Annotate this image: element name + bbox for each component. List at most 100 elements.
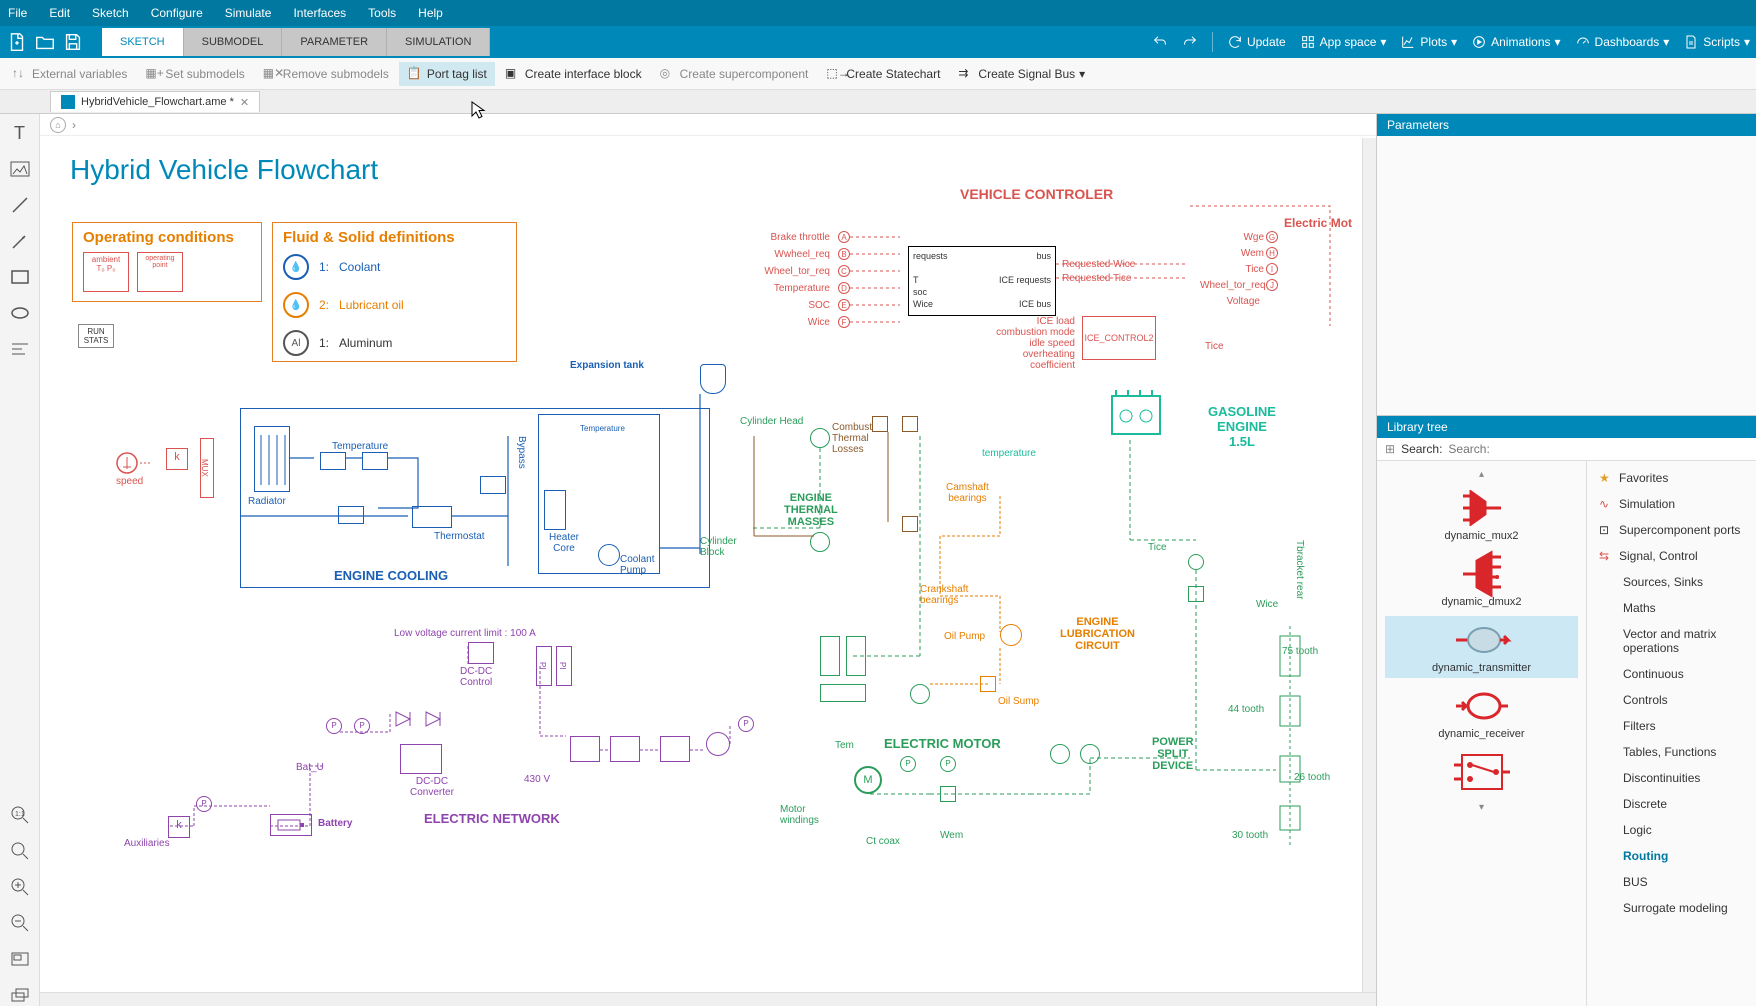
psd-gear-cluster[interactable] — [1260, 626, 1320, 846]
lib-cat-filters[interactable]: Filters — [1587, 713, 1756, 739]
text-tool-icon[interactable]: T — [9, 122, 31, 144]
lib-cat-vector-and-matrix-operations[interactable]: Vector and matrix operations — [1587, 621, 1756, 661]
port-b[interactable]: B — [838, 248, 850, 260]
menu-sketch[interactable]: Sketch — [92, 6, 129, 20]
lib-cat-discrete[interactable]: Discrete — [1587, 791, 1756, 817]
appspace-button[interactable]: App space ▾ — [1300, 34, 1387, 50]
combustion-node-2[interactable] — [902, 416, 918, 432]
mux-block[interactable]: MUX — [200, 438, 214, 498]
save-icon[interactable] — [62, 31, 84, 53]
plots-button[interactable]: Plots ▾ — [1400, 34, 1457, 50]
ellipse-tool-icon[interactable] — [9, 302, 31, 324]
search-input[interactable] — [1448, 442, 1748, 456]
library-items[interactable]: ▴ dynamic_mux2 dynamic_dmux2 dynamic_tra… — [1377, 461, 1587, 1006]
port-c[interactable]: C — [838, 265, 850, 277]
port-h[interactable]: H — [1266, 247, 1278, 259]
zoom-fit-icon[interactable]: 1:1 — [9, 804, 31, 826]
menu-tools[interactable]: Tools — [368, 6, 396, 20]
tab-submodel[interactable]: SUBMODEL — [184, 28, 283, 56]
green-node-3[interactable] — [1080, 744, 1100, 764]
align-tool-icon[interactable] — [9, 338, 31, 360]
canvas-scroll[interactable]: Hybrid Vehicle Flowchart Operating condi… — [40, 136, 1376, 1006]
motor-block-1[interactable] — [940, 786, 956, 802]
menu-configure[interactable]: Configure — [151, 6, 203, 20]
lib-item-dynamic-receiver[interactable]: dynamic_receiver — [1385, 682, 1578, 744]
tab-parameter[interactable]: PARAMETER — [282, 28, 387, 56]
lib-item-dynamic-mux2[interactable]: dynamic_mux2 — [1385, 484, 1578, 546]
oil-sump-block[interactable] — [980, 676, 996, 692]
oppoint-block[interactable]: operating point — [137, 252, 183, 292]
ice-control2-block[interactable]: ICE_CONTROL2 — [1082, 316, 1156, 360]
combustion-node-3[interactable] — [902, 516, 918, 532]
cooling-valve-1[interactable] — [320, 452, 346, 470]
shaft-node-1[interactable] — [1188, 554, 1204, 570]
coolant-pump-block[interactable] — [598, 544, 620, 566]
cyl-block-node[interactable] — [810, 532, 830, 552]
layers-icon[interactable] — [9, 984, 31, 1006]
port-e[interactable]: E — [838, 299, 850, 311]
green-node-1[interactable] — [910, 684, 930, 704]
green-block-2[interactable] — [846, 636, 866, 676]
diode-block-2[interactable] — [422, 708, 444, 730]
menu-interfaces[interactable]: Interfaces — [293, 6, 346, 20]
birds-eye-icon[interactable] — [9, 948, 31, 970]
p-port-3[interactable]: P — [738, 716, 754, 732]
arrow-tool-icon[interactable] — [9, 230, 31, 252]
menu-file[interactable]: File — [8, 6, 27, 20]
battery-block[interactable] — [270, 814, 312, 836]
lib-item-switch[interactable] — [1385, 748, 1578, 798]
lib-cat-continuous[interactable]: Continuous — [1587, 661, 1756, 687]
menu-simulate[interactable]: Simulate — [225, 6, 272, 20]
dashboards-button[interactable]: Dashboards ▾ — [1575, 34, 1670, 50]
redo-button[interactable] — [1182, 34, 1198, 50]
create-signal-bus-tool[interactable]: ⇉Create Signal Bus ▾ — [950, 62, 1093, 86]
lib-cat-bus[interactable]: BUS — [1587, 869, 1756, 895]
close-tab-icon[interactable]: ✕ — [240, 96, 249, 109]
zoom-in-icon[interactable] — [9, 876, 31, 898]
p-port-2[interactable]: P — [354, 718, 370, 734]
lib-cat-favorites[interactable]: ★Favorites — [1587, 465, 1756, 491]
gasoline-engine-block[interactable] — [1106, 386, 1166, 440]
port-f[interactable]: F — [838, 316, 850, 328]
undo-button[interactable] — [1152, 34, 1168, 50]
motor-port-p1[interactable]: P — [900, 756, 916, 772]
home-icon[interactable]: ⌂ — [50, 117, 66, 133]
lib-cat-discontinuities[interactable]: Discontinuities — [1587, 765, 1756, 791]
remove-submodels-tool[interactable]: ▦✕Remove submodels — [255, 62, 397, 86]
lib-cat-signal-control[interactable]: ⇆Signal, Control — [1587, 543, 1756, 569]
port-j[interactable]: J — [1266, 279, 1278, 291]
port-tag-list-tool[interactable]: 📋Port tag list — [399, 62, 495, 86]
lib-cat-maths[interactable]: Maths — [1587, 595, 1756, 621]
heater-core-block[interactable] — [544, 490, 566, 530]
create-supercomponent-tool[interactable]: ◎Create supercomponent — [652, 62, 817, 86]
k-gain-block[interactable]: k — [166, 448, 188, 470]
animations-button[interactable]: Animations ▾ — [1471, 34, 1560, 50]
tab-sketch[interactable]: SKETCH — [102, 28, 184, 56]
inverter-block-3[interactable] — [660, 736, 690, 762]
new-file-icon[interactable] — [6, 31, 28, 53]
cooling-block-4[interactable] — [480, 476, 506, 494]
inverter-block-2[interactable] — [610, 736, 640, 762]
inverter-node-1[interactable] — [706, 732, 730, 756]
oil-pump-block[interactable] — [1000, 624, 1022, 646]
dcdc-control-block[interactable] — [468, 642, 494, 664]
open-file-icon[interactable] — [34, 31, 56, 53]
p-port-1[interactable]: P — [326, 718, 342, 734]
k-aux-block[interactable]: k — [168, 816, 190, 838]
port-d[interactable]: D — [838, 282, 850, 294]
menu-help[interactable]: Help — [418, 6, 443, 20]
speed-source[interactable] — [114, 450, 154, 479]
port-g[interactable]: G — [1266, 231, 1278, 243]
electric-motor-block[interactable]: M — [854, 766, 882, 794]
set-submodels-tool[interactable]: ▦+Set submodels — [137, 62, 252, 86]
bus-block[interactable]: requests bus T soc Wice ICE requests ICE… — [908, 246, 1056, 316]
expansion-tank-block[interactable] — [700, 364, 726, 394]
canvas-hscroll[interactable] — [40, 992, 1376, 1006]
cyl-head-block[interactable] — [810, 428, 830, 448]
rect-tool-icon[interactable] — [9, 266, 31, 288]
create-statechart-tool[interactable]: ⬚→Create Statechart — [818, 62, 948, 86]
lib-item-dynamic-transmitter[interactable]: dynamic_transmitter — [1385, 616, 1578, 678]
lib-cat-simulation[interactable]: ∿Simulation — [1587, 491, 1756, 517]
lib-cat-surrogate-modeling[interactable]: Surrogate modeling — [1587, 895, 1756, 921]
zoom-area-icon[interactable] — [9, 840, 31, 862]
